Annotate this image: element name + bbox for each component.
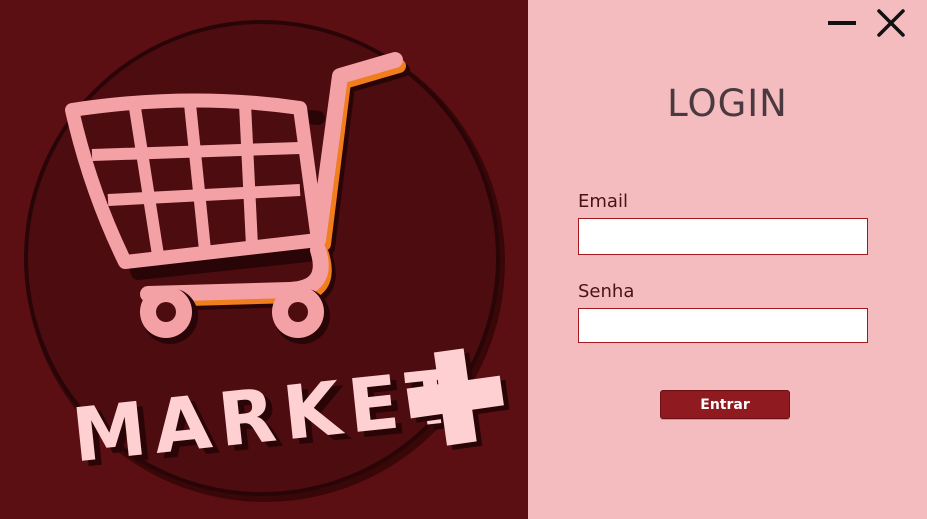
login-title: LOGIN — [667, 82, 788, 125]
submit-button[interactable]: Entrar — [660, 390, 790, 419]
market-logo: MARKET MARKET — [24, 20, 510, 502]
email-label: Email — [578, 191, 628, 212]
password-label: Senha — [578, 281, 635, 302]
minimize-button[interactable] — [826, 6, 860, 40]
login-panel: LOGIN Email Senha Entrar — [528, 0, 927, 519]
close-button[interactable] — [874, 6, 908, 40]
minimize-icon — [828, 21, 856, 25]
email-input[interactable] — [578, 218, 868, 255]
password-input[interactable] — [578, 308, 868, 343]
close-icon — [877, 9, 905, 37]
logo-panel: MARKET MARKET — [0, 0, 528, 519]
